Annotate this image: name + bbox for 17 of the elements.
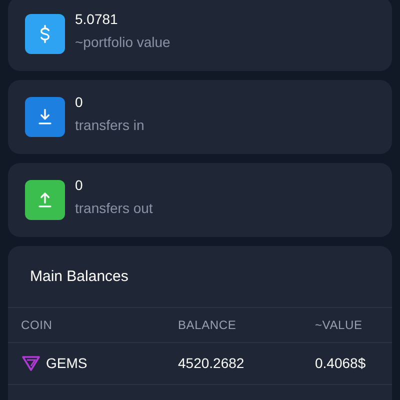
gem-icon xyxy=(21,354,41,372)
column-header: BALANCE xyxy=(178,316,238,334)
stat-label: ~portfolio value xyxy=(75,32,170,52)
coin-name: GEMS xyxy=(46,354,88,372)
stat-value: 5.0781 xyxy=(75,10,119,28)
table-cell-text: 0.4068$ xyxy=(315,354,367,372)
panel-title: Main Balances xyxy=(29,267,130,287)
stat-value: 0 xyxy=(75,92,84,112)
table-cell-text: 4520.2682 xyxy=(178,354,246,372)
stat-label: transfers in xyxy=(75,116,144,134)
stat-label: transfers out xyxy=(75,198,153,218)
column-header: ~VALUE xyxy=(315,316,364,334)
dollar-icon xyxy=(25,14,65,54)
column-header: COIN xyxy=(21,316,54,334)
stat-value: 0 xyxy=(75,176,84,194)
upload-icon xyxy=(25,180,65,220)
download-icon xyxy=(25,97,65,137)
